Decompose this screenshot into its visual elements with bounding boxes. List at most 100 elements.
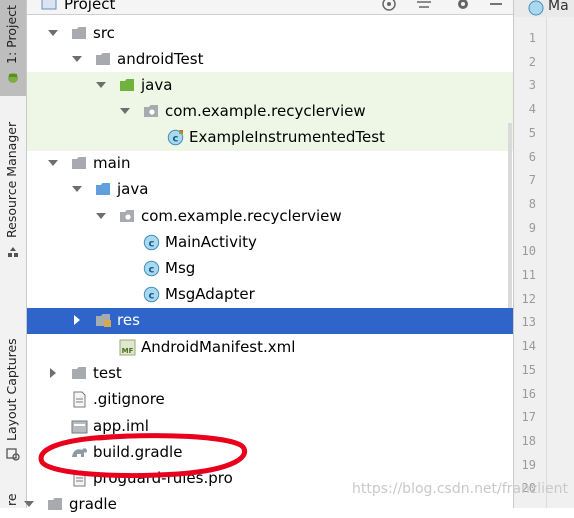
tree-item-label: Msg (165, 259, 196, 277)
red-annotation-circle (38, 433, 248, 478)
class-icon: c (143, 260, 160, 277)
line-number: 12 (521, 291, 536, 306)
watermark: https://blog.csdn.net/franzlient (352, 481, 568, 497)
gutter-separator (546, 17, 547, 508)
line-number: 10 (521, 244, 536, 259)
tool-window-strip: 1: Project Resource Manager Layout Captu… (0, 0, 27, 508)
chevron-down-icon[interactable] (71, 53, 83, 65)
layout-captures-label: Layout Captures (4, 338, 19, 441)
chevron-down-icon[interactable] (119, 105, 131, 117)
folder-icon (48, 498, 62, 510)
chevron-down-icon[interactable] (95, 79, 107, 91)
tree-row-msg[interactable]: c Msg (27, 256, 513, 282)
chevron-down-icon[interactable] (47, 27, 59, 39)
tree-row-test[interactable]: test (27, 361, 513, 387)
layout-captures-tool-tab[interactable]: Layout Captures (0, 335, 26, 463)
tree-item-label: java (117, 180, 149, 198)
folder-icon (96, 53, 110, 65)
line-number: 7 (528, 173, 536, 188)
tree-row-res[interactable]: res (27, 308, 513, 334)
tree-row-androidtest[interactable]: androidTest (27, 47, 513, 73)
project-tool-tab[interactable]: 1: Project (0, 0, 26, 96)
line-number: 13 (521, 315, 536, 330)
project-panel-header: Project (27, 0, 513, 15)
project-panel-title[interactable]: Project (64, 0, 115, 13)
bottom-tab-label: re (4, 493, 19, 506)
line-number: 18 (521, 433, 536, 448)
target-icon[interactable] (380, 0, 398, 12)
tree-item-label: MainActivity (165, 233, 257, 251)
blue-folder-icon (96, 183, 110, 195)
tree-row-exampleinstrumentedtest[interactable]: c ExampleInstrumentedTest (27, 125, 513, 151)
tree-row-msgadapter[interactable]: c MsgAdapter (27, 282, 513, 308)
tree-item-label: main (93, 154, 131, 172)
line-number: 16 (521, 386, 536, 401)
hide-icon[interactable] (487, 0, 505, 12)
tree-item-label: com.example.recyclerview (165, 102, 366, 120)
svg-text:MF: MF (122, 347, 134, 355)
package-icon (144, 105, 158, 117)
tree-item-label: test (93, 364, 122, 382)
editor-gutter: 1 2 3 4 5 6 7 8 9 10 11 12 13 14 15 16 17 18 19 20 (513, 17, 574, 508)
layout-captures-icon (6, 448, 20, 461)
line-number: 4 (528, 102, 536, 117)
class-file-icon (528, 0, 544, 16)
line-number: 15 (521, 362, 536, 377)
tree-item-label: androidTest (117, 50, 204, 68)
line-number: 11 (521, 268, 536, 282)
green-folder-icon (120, 79, 134, 91)
svg-text:c: c (149, 265, 155, 276)
tree-row-mainactivity[interactable]: c MainActivity (27, 230, 513, 256)
tree-row-com-example-recyclerview[interactable]: com.example.recyclerview (27, 99, 513, 125)
tree-item-label: MsgAdapter (165, 285, 255, 303)
tree-item-label: .gitignore (93, 390, 165, 408)
line-number: 5 (528, 125, 536, 140)
chevron-down-icon[interactable] (23, 498, 35, 510)
tree-row-gitignore[interactable]: .gitignore (27, 387, 513, 413)
chevron-down-icon[interactable] (47, 157, 59, 169)
tree-item-label: src (93, 24, 115, 42)
line-number: 19 (521, 457, 536, 472)
svg-text:c: c (149, 291, 155, 302)
tree-row-src[interactable]: src (27, 21, 513, 47)
tree-row-java[interactable]: java (27, 177, 513, 203)
project-tab-label: 1: Project (4, 5, 19, 64)
line-number: 14 (521, 339, 536, 354)
tree-row-main[interactable]: main (27, 151, 513, 177)
folder-icon (72, 157, 86, 169)
project-view-icon (41, 0, 57, 10)
res-folder-icon (96, 314, 111, 327)
class-icon: c (143, 234, 160, 251)
android-icon (8, 73, 18, 83)
tree-item-label: ExampleInstrumentedTest (189, 128, 385, 146)
editor-tab-label: Ma (548, 0, 569, 14)
svg-text:c: c (173, 134, 179, 145)
collapse-all-icon[interactable] (415, 0, 433, 12)
chevron-down-icon[interactable] (71, 183, 83, 195)
chevron-right-icon[interactable] (71, 314, 83, 326)
line-number: 17 (521, 410, 536, 425)
line-number: 8 (528, 196, 536, 211)
chevron-right-icon[interactable] (47, 367, 59, 379)
folder-icon (72, 27, 86, 39)
resource-manager-label: Resource Manager (4, 121, 19, 238)
class-icon: c (143, 286, 160, 303)
tree-item-label: com.example.recyclerview (141, 207, 342, 225)
line-number: 1 (528, 31, 536, 45)
resource-manager-tool-tab[interactable]: Resource Manager (0, 118, 26, 268)
svg-text:c: c (149, 239, 155, 250)
folder-icon (72, 367, 86, 379)
line-number: 3 (528, 78, 536, 93)
gear-icon[interactable] (454, 0, 472, 12)
resource-manager-icon (8, 247, 18, 257)
chevron-down-icon[interactable] (95, 210, 107, 222)
tree-row-androidmanifest-xml[interactable]: MF AndroidManifest.xml (27, 335, 513, 361)
editor-tab[interactable]: Ma (513, 0, 574, 17)
line-number: 9 (528, 220, 536, 235)
tree-row-com-example-recyclerview[interactable]: com.example.recyclerview (27, 204, 513, 230)
tree-item-label: java (141, 76, 173, 94)
tree-item-label: res (117, 311, 140, 329)
tree-item-label: AndroidManifest.xml (141, 338, 296, 356)
tree-row-java[interactable]: java (27, 73, 513, 99)
file-icon (73, 391, 86, 408)
